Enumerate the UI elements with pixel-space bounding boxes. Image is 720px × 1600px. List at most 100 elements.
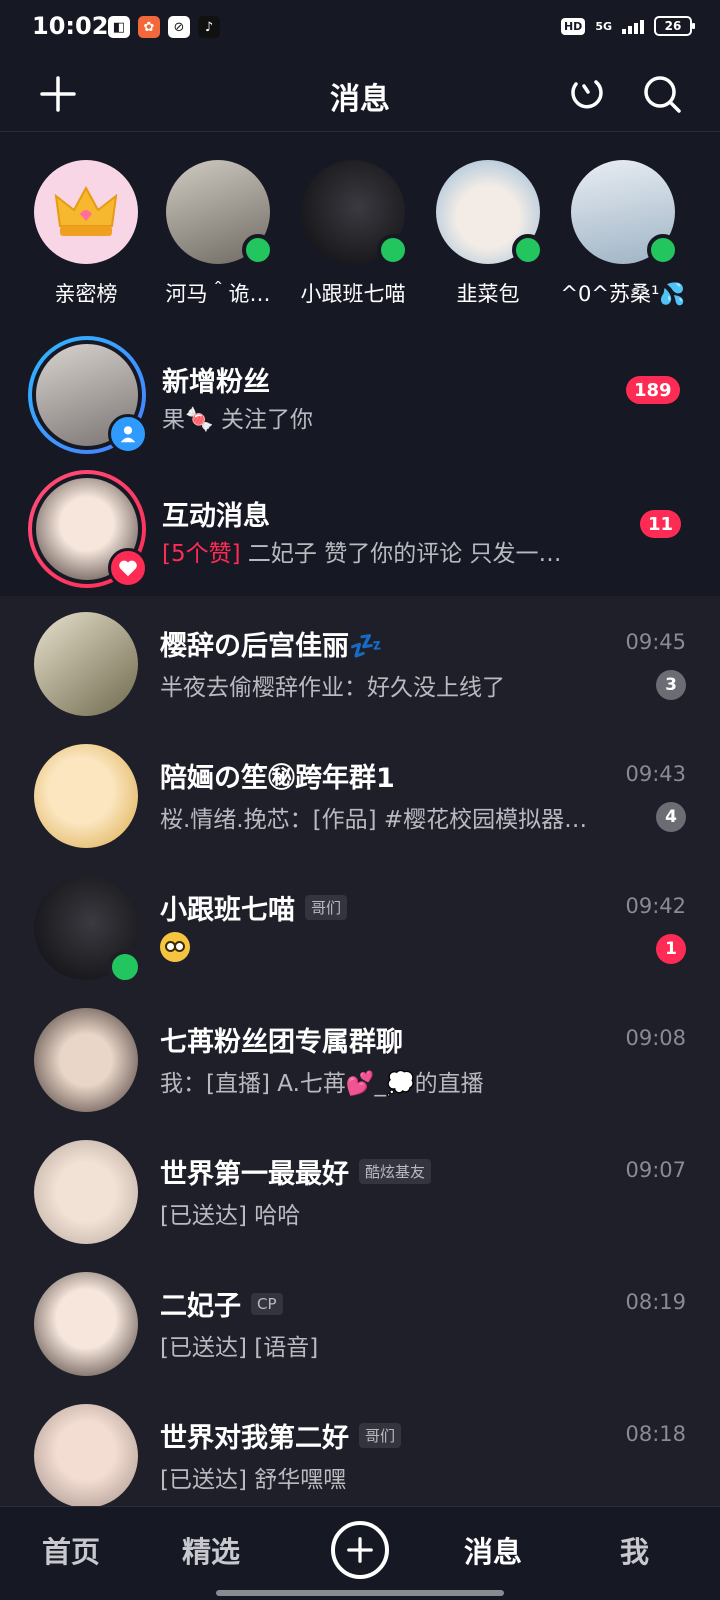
unread-count: 1 [656, 934, 686, 964]
conversation-row[interactable]: 七苒粉丝团专属群聊 我：[直播] A.七苒💕_💭的直播 09:08 [0, 992, 720, 1126]
tiktok-icon: ♪ [198, 16, 220, 38]
interactions-row[interactable]: 互动消息 [5个赞] 二妃子 赞了你的评论 只发一… 11 [0, 462, 720, 596]
row-subtitle: 果🍬 关注了你 [162, 407, 313, 433]
conversation-row[interactable]: 樱辞の后宫佳丽💤 半夜去偷樱辞作业：好久没上线了 09:45 3 [0, 596, 720, 730]
conversation-title: 小跟班七喵 哥们 [160, 888, 348, 927]
row-title: 新增粉丝 [162, 367, 270, 398]
avatar [34, 1140, 138, 1244]
message-preview: [已送达] 舒华嘿嘿 [160, 1467, 347, 1493]
unread-count: 4 [656, 802, 686, 832]
conversation-title: 七苒粉丝团专属群聊 [160, 1027, 403, 1058]
top-nav: 消息 [0, 56, 720, 132]
story-label: 小跟班七喵 [300, 282, 406, 306]
conversation-row[interactable]: 二妃子 CP [已送达] [语音] 08:19 [0, 1256, 720, 1390]
conversation-row[interactable]: 陪婳の笙㊙跨年群1 桜.情绪.挽芯：[作品] #樱花校园模拟器… 09:43 4 [0, 728, 720, 862]
conversation-row[interactable]: 世界对我第二好 哥们 [已送达] 舒华嘿嘿 08:18 [0, 1388, 720, 1506]
hd-indicator: HD [560, 17, 586, 35]
message-time: 09:07 [625, 1158, 686, 1182]
avatar [34, 744, 138, 848]
tab-me[interactable]: 我 [620, 1529, 649, 1571]
conversation-title: 樱辞の后宫佳丽💤 [160, 631, 383, 662]
conversation-title: 二妃子 CP [160, 1284, 283, 1323]
flushed-emoji-icon [160, 932, 190, 962]
unread-badge: 11 [640, 510, 682, 538]
avatar [166, 160, 274, 266]
message-time: 09:43 [625, 762, 686, 786]
refresh-icon[interactable] [566, 74, 606, 114]
signal-icon [622, 18, 644, 34]
notification-app-icon: ⊘ [168, 16, 190, 38]
unread-badge: 189 [626, 376, 680, 404]
story-label: ^0^苏桑¹💦 [560, 282, 686, 306]
message-time: 08:19 [625, 1290, 686, 1314]
story-label: 韭菜包 [456, 282, 520, 306]
plus-icon [347, 1537, 373, 1563]
message-preview [160, 932, 620, 962]
conversation-list[interactable]: 樱辞の后宫佳丽💤 半夜去偷樱辞作业：好久没上线了 09:45 3 陪婳の笙㊙跨年… [0, 596, 720, 1506]
message-time: 08:18 [625, 1422, 686, 1446]
relation-tag: 哥们 [305, 895, 348, 920]
online-indicator [108, 950, 142, 984]
avatar [571, 160, 679, 266]
online-indicator [512, 234, 544, 266]
online-indicator [647, 234, 679, 266]
message-time: 09:42 [625, 894, 686, 918]
tab-featured[interactable]: 精选 [182, 1529, 240, 1571]
system-notifications: 新增粉丝 果🍬 关注了你 189 互动消息 [5个赞] 二妃子 赞了你的评论 只… [0, 328, 720, 596]
unread-count: 3 [656, 670, 686, 700]
avatar [34, 612, 138, 716]
search-icon[interactable] [640, 72, 684, 116]
conversation-row[interactable]: 世界第一最最好 酷炫基友 [已送达] 哈哈 09:07 [0, 1124, 720, 1258]
online-indicator [377, 234, 409, 266]
avatar [34, 1008, 138, 1112]
relation-tag: 哥们 [359, 1423, 402, 1448]
message-preview: [已送达] [语音] [160, 1335, 319, 1361]
avatar [34, 1404, 138, 1506]
person-icon [108, 414, 148, 454]
home-indicator[interactable] [216, 1590, 504, 1596]
row-subtitle: [5个赞] 二妃子 赞了你的评论 只发一… [162, 541, 562, 567]
tab-home[interactable]: 首页 [42, 1529, 100, 1571]
message-time: 09:45 [625, 630, 686, 654]
conversation-row[interactable]: 小跟班七喵 哥们 09:42 1 [0, 860, 720, 994]
new-followers-row[interactable]: 新增粉丝 果🍬 关注了你 189 [0, 328, 720, 462]
story-friend[interactable]: 河马＾诡… [153, 160, 283, 308]
story-friend[interactable]: 韭菜包 [423, 160, 553, 308]
page-title: 消息 [330, 82, 390, 117]
tab-messages[interactable]: 消息 [464, 1529, 522, 1571]
relation-tag: CP [251, 1292, 283, 1315]
story-friend[interactable]: 小跟班七喵 [288, 160, 418, 308]
message-preview: 我：[直播] A.七苒💕_💭的直播 [160, 1071, 484, 1097]
story-intimacy-ranking[interactable]: 亲密榜 [21, 160, 151, 308]
story-label: 河马＾诡… [165, 282, 271, 306]
avatar [301, 160, 409, 266]
like-count: [5个赞] [162, 541, 241, 567]
conversation-title: 世界对我第二好 哥们 [160, 1416, 402, 1455]
row-title: 互动消息 [162, 501, 270, 532]
conversation-title: 世界第一最最好 酷炫基友 [160, 1152, 432, 1191]
story-friend[interactable]: ^0^苏桑¹💦 [558, 160, 688, 308]
conversation-title: 陪婳の笙㊙跨年群1 [160, 763, 395, 794]
status-app-icons: ◧ ✿ ⊘ ♪ [108, 16, 220, 38]
status-right: HD 5G 26 [560, 16, 695, 36]
notification-app-icon: ◧ [108, 16, 130, 38]
message-preview: 半夜去偷樱辞作业：好久没上线了 [160, 675, 505, 701]
create-button[interactable] [331, 1521, 389, 1579]
bottom-tab-bar: 首页 精选 消息 我 [0, 1506, 720, 1600]
status-time: 10:02 [32, 12, 109, 40]
status-bar: 10:02 ◧ ✿ ⊘ ♪ HD 5G 26 [0, 0, 720, 56]
avatar [34, 1272, 138, 1376]
crown-icon [34, 160, 138, 264]
network-type: 5G [595, 19, 612, 33]
story-label: 亲密榜 [54, 282, 118, 306]
battery-icon: 26 [654, 16, 695, 36]
notification-app-icon: ✿ [138, 16, 160, 38]
friends-strip: 亲密榜 河马＾诡… 小跟班七喵 韭菜包 ^0^苏桑¹💦 [0, 160, 720, 310]
message-preview: [已送达] 哈哈 [160, 1203, 301, 1229]
online-indicator [242, 234, 274, 266]
relation-tag: 酷炫基友 [359, 1159, 432, 1184]
heart-icon [108, 548, 148, 588]
message-preview: 桜.情绪.挽芯：[作品] #樱花校园模拟器… [160, 807, 588, 833]
message-time: 09:08 [625, 1026, 686, 1050]
avatar [436, 160, 544, 266]
